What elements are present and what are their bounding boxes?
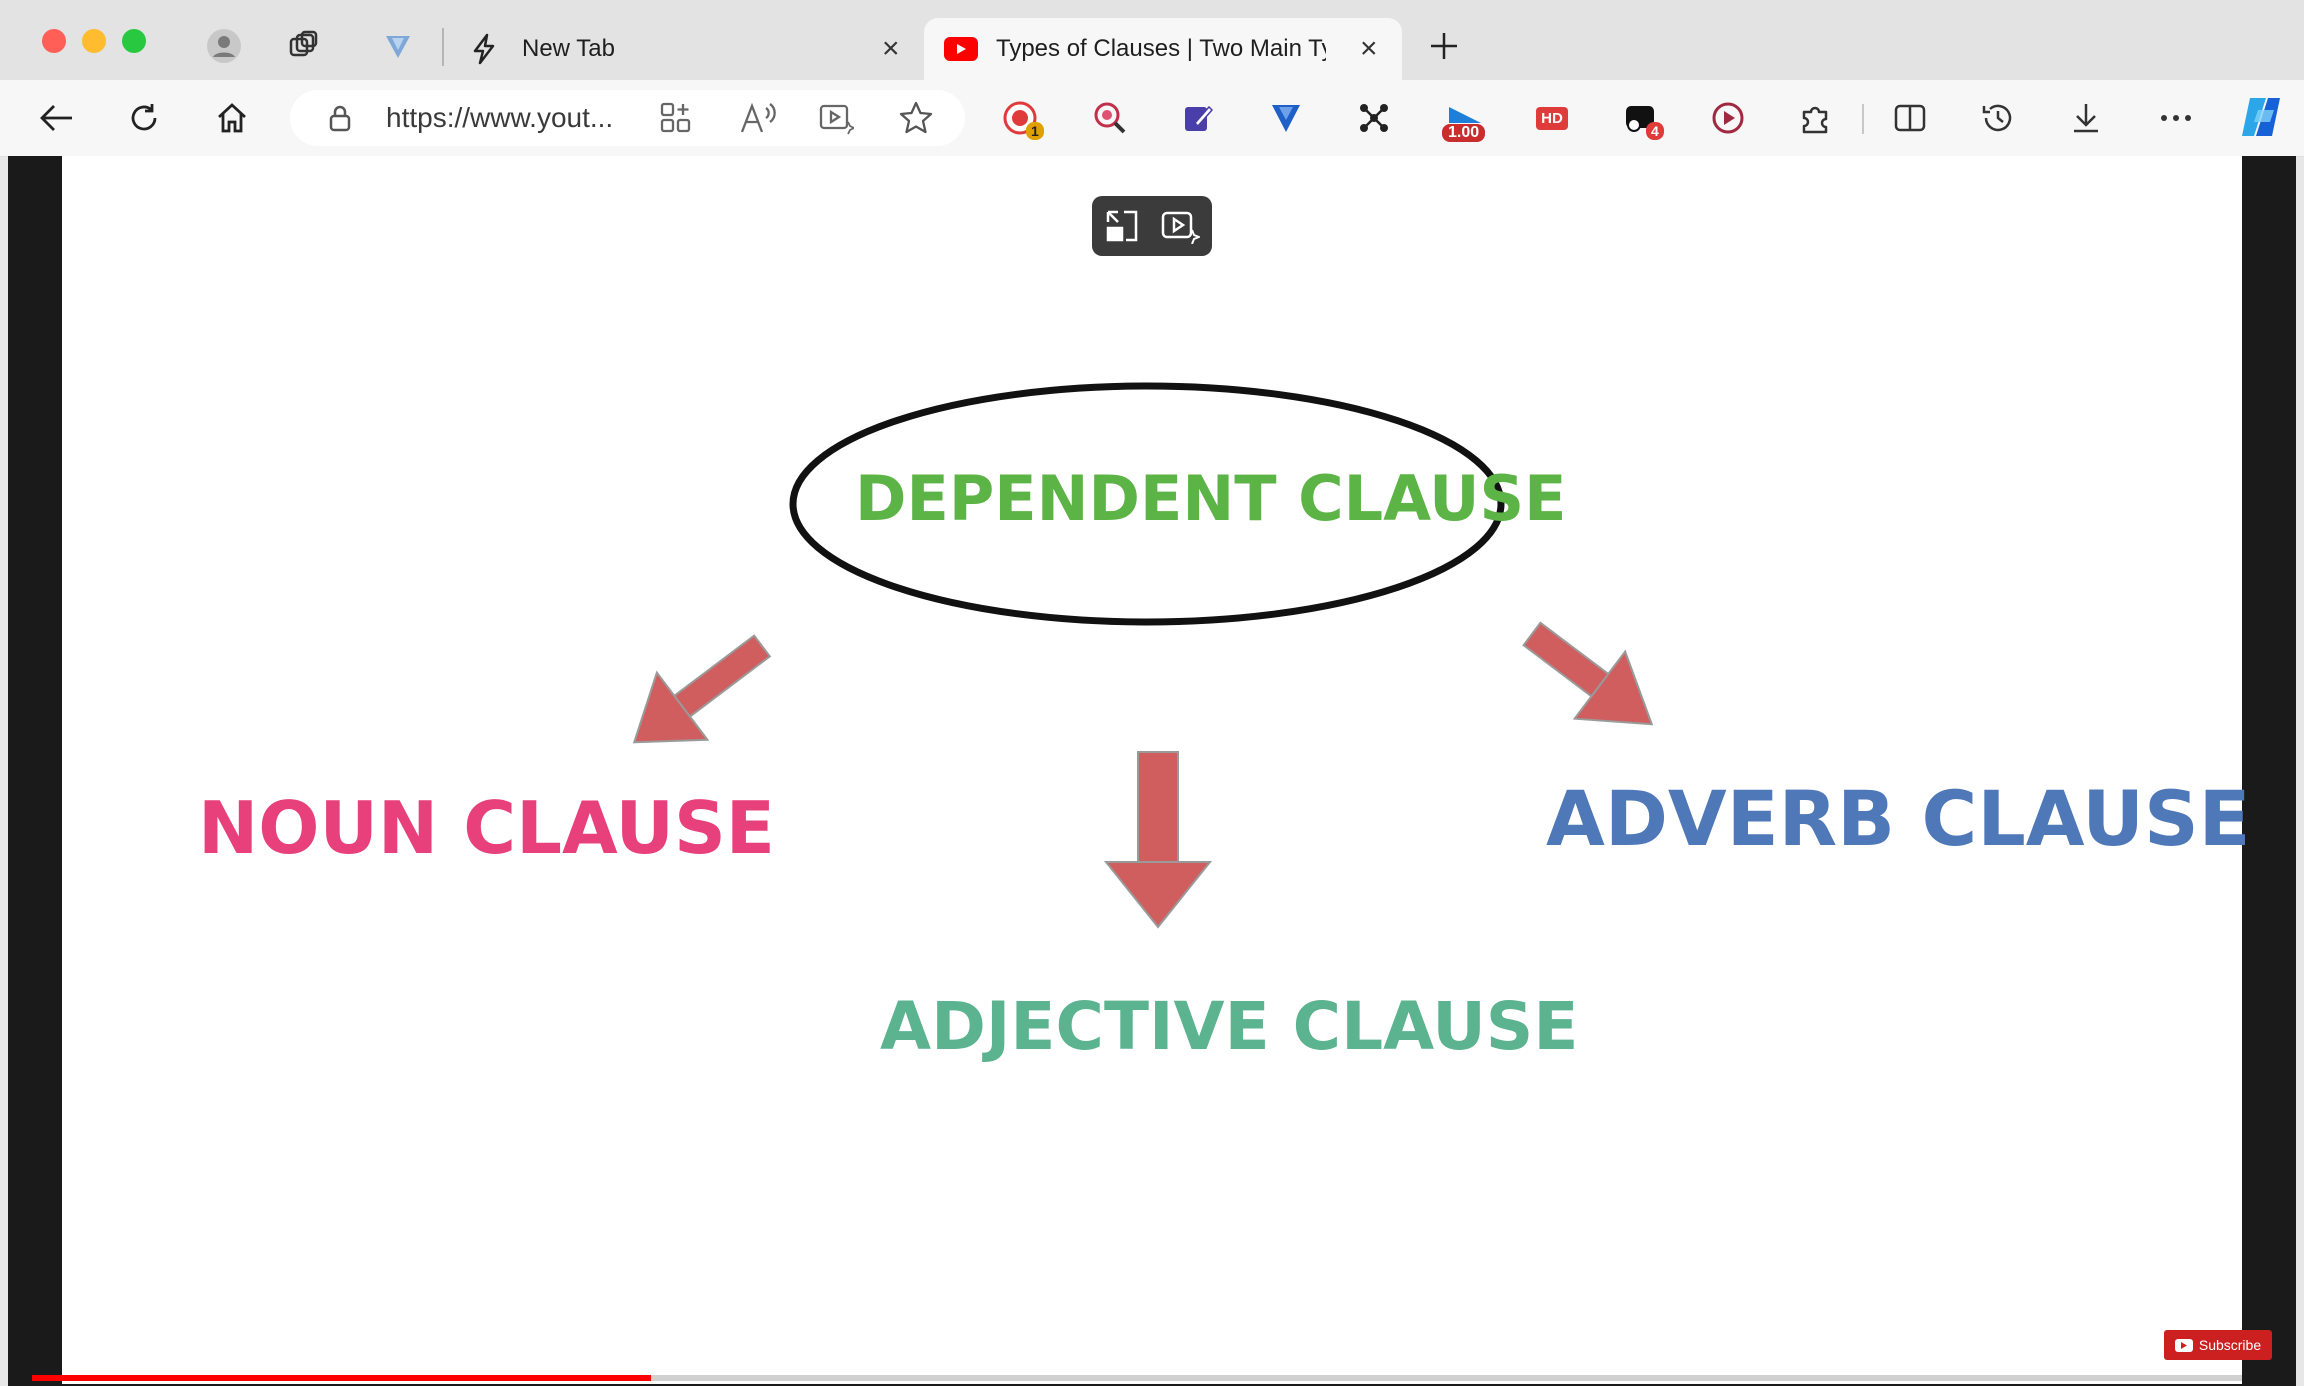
ext-badge: 1.00	[1442, 124, 1486, 142]
vpn-ext-icon[interactable]	[1266, 98, 1306, 138]
maximize-window-button[interactable]	[122, 29, 146, 53]
lightning-icon	[466, 31, 502, 67]
tab-youtube[interactable]: Types of Clauses | Two Main Ty ×	[924, 18, 1402, 80]
hd-label: HD	[1536, 106, 1568, 130]
url-text[interactable]: https://www.yout...	[386, 102, 613, 134]
vpn-tab-icon[interactable]	[378, 26, 418, 66]
clause-diagram	[632, 382, 1654, 929]
progress-bar[interactable]	[32, 1375, 651, 1381]
ext-badge: 4	[1646, 122, 1664, 140]
workspaces-icon[interactable]	[284, 26, 324, 66]
adjective-clause-label: ADJECTIVE CLAUSE	[880, 988, 1579, 1065]
arrow-right	[1522, 621, 1654, 726]
video-enhance-icon[interactable]	[818, 100, 857, 136]
close-tab-icon[interactable]: ×	[882, 34, 900, 64]
tab-divider	[442, 28, 444, 66]
toolbar-divider	[1862, 104, 1864, 134]
youtube-icon	[944, 37, 978, 61]
hd-ext-icon[interactable]: HD	[1532, 98, 1572, 138]
edit-ext-icon[interactable]	[1178, 98, 1218, 138]
extensions-puzzle-icon[interactable]	[1796, 98, 1836, 138]
subscribe-button[interactable]: Subscribe	[2164, 1330, 2272, 1360]
downloads-icon[interactable]	[2066, 98, 2106, 138]
pattern-ext-icon[interactable]	[1354, 98, 1394, 138]
speed-ext-icon[interactable]: 1.00	[1442, 98, 1488, 142]
tab-title: New Tab	[522, 35, 615, 62]
home-button[interactable]	[210, 96, 254, 140]
subscribe-label: Subscribe	[2198, 1337, 2262, 1353]
apps-icon[interactable]	[658, 100, 694, 136]
noun-clause-label: NOUN CLAUSE	[198, 786, 775, 870]
tab-title: Types of Clauses | Two Main Ty	[996, 35, 1326, 62]
favorite-star-icon[interactable]	[898, 100, 934, 136]
refresh-button[interactable]	[122, 96, 166, 140]
minimize-window-button[interactable]	[82, 29, 106, 53]
adverb-clause-label: ADVERB CLAUSE	[1546, 774, 2251, 863]
zoom-ext-icon[interactable]	[1090, 98, 1130, 138]
theater-ext-icon[interactable]: 4	[1620, 98, 1664, 140]
more-options-icon[interactable]	[2156, 98, 2196, 138]
history-icon[interactable]	[1978, 98, 2018, 138]
recorder-ext-icon[interactable]: 1	[1000, 98, 1044, 140]
profile-icon[interactable]	[204, 26, 244, 66]
arrow-left	[632, 634, 772, 744]
close-tab-icon[interactable]: ×	[1360, 34, 1378, 64]
ext-badge: 1	[1026, 122, 1044, 140]
new-tab-button[interactable]	[1424, 26, 1464, 66]
screen-recorder-ext-icon[interactable]	[1708, 98, 1748, 138]
lock-icon[interactable]	[324, 102, 356, 134]
back-button[interactable]	[34, 96, 78, 140]
read-aloud-icon[interactable]	[738, 100, 778, 136]
copilot-icon[interactable]	[2236, 92, 2286, 142]
dependent-clause-label: DEPENDENT CLAUSE	[855, 462, 1567, 535]
tab-new-tab[interactable]: New Tab ×	[462, 18, 914, 80]
close-window-button[interactable]	[42, 29, 66, 53]
split-screen-icon[interactable]	[1890, 98, 1930, 138]
youtube-small-icon	[2174, 1338, 2193, 1352]
arrow-center	[1103, 751, 1213, 929]
